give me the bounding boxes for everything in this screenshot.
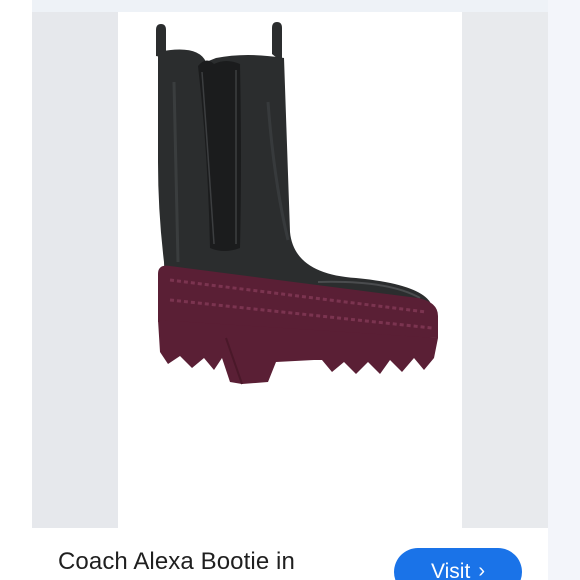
product-title[interactable]: Coach Alexa Bootie in — [58, 548, 295, 576]
boot-image — [156, 22, 438, 385]
image-carousel[interactable] — [0, 0, 580, 528]
visit-label: Visit — [431, 560, 471, 580]
boot-pull-tab-front — [272, 22, 282, 62]
image-result-page: Coach Alexa Bootie in Visit › — [0, 0, 580, 580]
visit-button[interactable]: Visit › — [394, 548, 522, 580]
result-caption-bar: Coach Alexa Bootie in Visit › — [32, 528, 548, 580]
chevron-right-icon: › — [478, 560, 485, 580]
product-image[interactable] — [118, 12, 462, 528]
previous-image-card[interactable] — [32, 12, 118, 528]
next-image-card[interactable] — [462, 12, 548, 528]
